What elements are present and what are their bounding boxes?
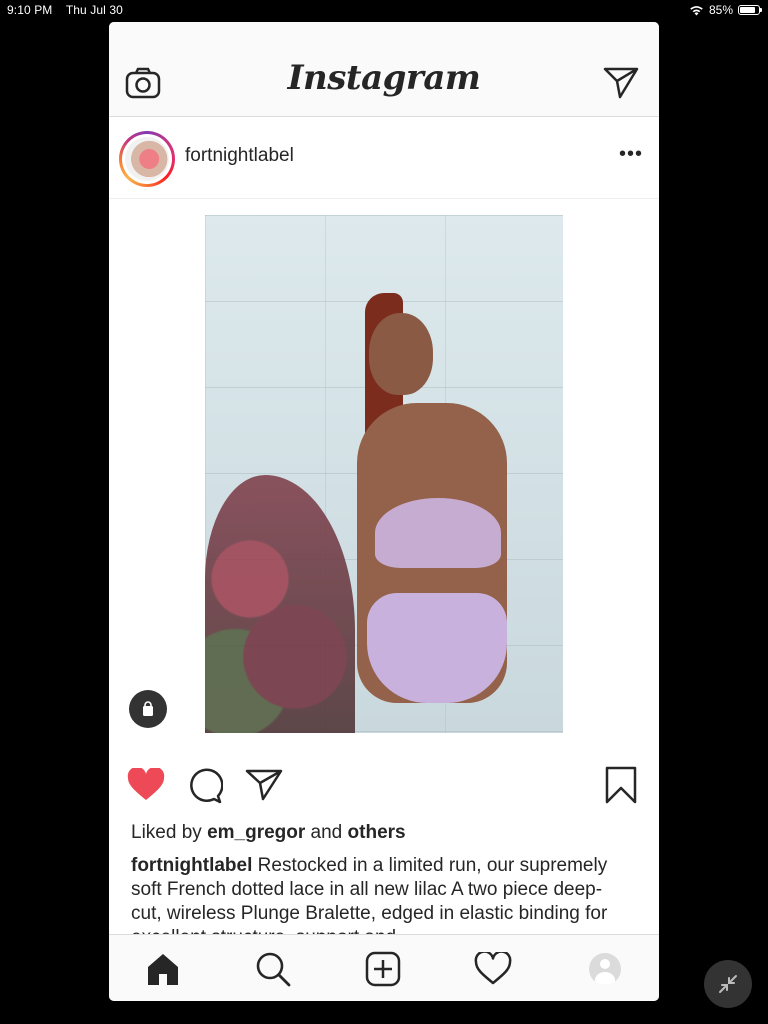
shopping-bag-icon[interactable] (129, 690, 167, 728)
liked-others[interactable]: others (348, 822, 406, 843)
bookmark-icon[interactable] (605, 766, 637, 804)
direct-message-icon[interactable] (603, 66, 639, 100)
caption-username[interactable]: fortnightlabel (131, 855, 252, 876)
status-date: Thu Jul 30 (65, 3, 123, 17)
status-time: 9:10 PM (7, 3, 53, 17)
add-post-icon (365, 951, 401, 987)
battery-icon (738, 5, 762, 15)
comment-icon[interactable] (187, 768, 223, 804)
wifi-icon (690, 5, 703, 15)
avatar[interactable] (119, 131, 175, 187)
top-navigation-bar: Instagram (109, 22, 659, 117)
minimize-button[interactable] (704, 960, 752, 1008)
tab-activity[interactable] (473, 949, 513, 989)
post-username[interactable]: fortnightlabel (185, 145, 294, 167)
instagram-window: Instagram fortnightlabel ••• Liked by em… (109, 22, 659, 1001)
status-bar: 9:10 PM Thu Jul 30 85% (0, 0, 768, 20)
instagram-logo: Instagram (287, 58, 481, 98)
likes-summary: Liked by em_gregor and others (131, 822, 406, 844)
liked-and: and (310, 822, 343, 843)
post-header: fortnightlabel ••• (109, 117, 659, 199)
post-caption: fortnightlabel Restocked in a limited ru… (131, 854, 631, 934)
avatar-image (125, 137, 169, 181)
liked-prefix: Liked by (131, 822, 202, 843)
post-image[interactable] (205, 215, 563, 733)
tab-search[interactable] (253, 949, 293, 989)
home-icon (148, 954, 178, 985)
heart-icon (474, 952, 512, 985)
minimize-icon (719, 975, 737, 993)
more-icon[interactable]: ••• (619, 144, 643, 164)
share-icon[interactable] (245, 768, 283, 802)
post-actions (109, 764, 659, 808)
tab-new-post[interactable] (363, 949, 403, 989)
profile-icon (589, 953, 621, 985)
tab-home[interactable] (143, 949, 183, 989)
liked-user[interactable]: em_gregor (207, 822, 305, 843)
model-figure (305, 293, 555, 733)
bottom-tab-bar (109, 934, 659, 1001)
tab-profile[interactable] (585, 949, 625, 989)
search-icon (256, 952, 291, 987)
battery-percent: 85% (708, 3, 733, 17)
like-heart-icon[interactable] (127, 768, 165, 802)
